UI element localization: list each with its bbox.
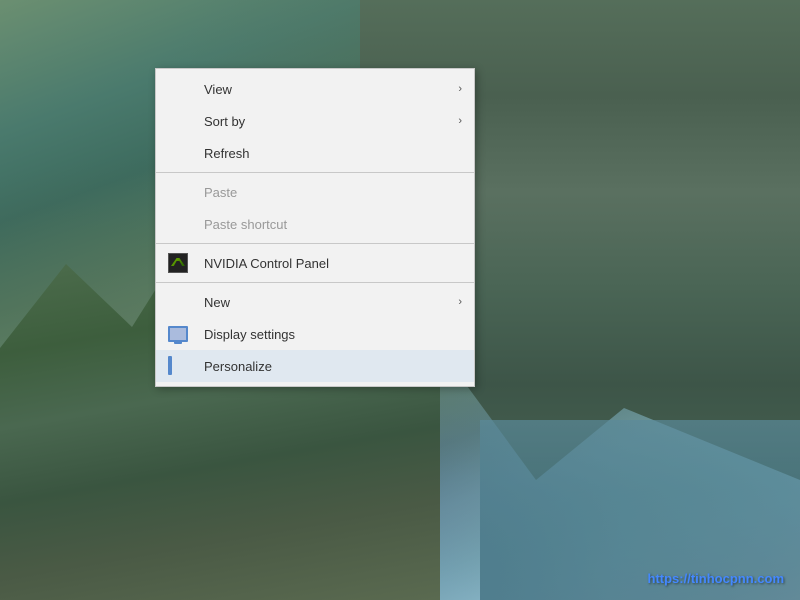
display-icon-container bbox=[166, 322, 190, 346]
menu-item-sort-by[interactable]: Sort by › bbox=[156, 105, 474, 137]
paste-shortcut-label: Paste shortcut bbox=[204, 217, 287, 232]
personalize-icon-inner bbox=[168, 356, 172, 375]
sort-by-arrow: › bbox=[458, 115, 462, 127]
personalize-icon-container bbox=[166, 354, 190, 378]
view-label: View bbox=[204, 82, 232, 97]
personalize-icon bbox=[168, 358, 188, 374]
nvidia-icon-container bbox=[166, 251, 190, 275]
separator-2 bbox=[156, 243, 474, 244]
personalize-label: Personalize bbox=[204, 359, 272, 374]
menu-item-new[interactable]: New › bbox=[156, 286, 474, 318]
sort-by-label: Sort by bbox=[204, 114, 245, 129]
context-menu: View › Sort by › Refresh Paste Paste sho… bbox=[155, 68, 475, 387]
separator-1 bbox=[156, 172, 474, 173]
new-label: New bbox=[204, 295, 230, 310]
nvidia-label: NVIDIA Control Panel bbox=[204, 256, 329, 271]
menu-item-display-settings[interactable]: Display settings bbox=[156, 318, 474, 350]
view-arrow: › bbox=[458, 83, 462, 95]
separator-3 bbox=[156, 282, 474, 283]
nvidia-icon bbox=[168, 253, 188, 273]
menu-item-nvidia[interactable]: NVIDIA Control Panel bbox=[156, 247, 474, 279]
paste-label: Paste bbox=[204, 185, 237, 200]
watermark: https://tinhocpnn.com bbox=[648, 571, 784, 586]
menu-item-personalize[interactable]: Personalize bbox=[156, 350, 474, 382]
display-icon bbox=[168, 326, 188, 342]
menu-item-refresh[interactable]: Refresh bbox=[156, 137, 474, 169]
display-settings-label: Display settings bbox=[204, 327, 295, 342]
refresh-label: Refresh bbox=[204, 146, 250, 161]
new-arrow: › bbox=[458, 296, 462, 308]
menu-item-paste[interactable]: Paste bbox=[156, 176, 474, 208]
menu-item-paste-shortcut[interactable]: Paste shortcut bbox=[156, 208, 474, 240]
menu-item-view[interactable]: View › bbox=[156, 73, 474, 105]
